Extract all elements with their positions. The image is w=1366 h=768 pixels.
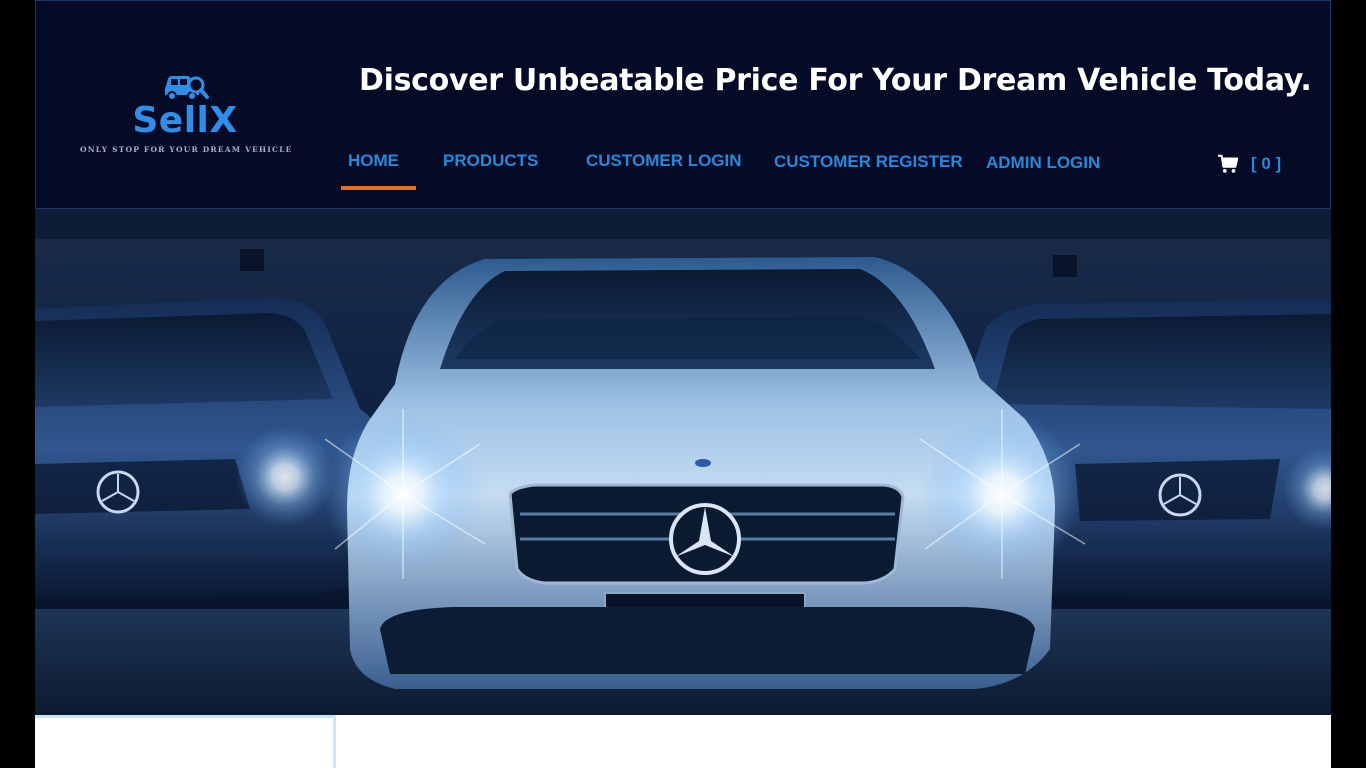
page: SellX ONLY STOP FOR YOUR DREAM VEHICLE D… <box>35 0 1331 768</box>
nav-customer-register-link[interactable]: CUSTOMER REGISTER <box>774 152 963 172</box>
cart-icon <box>1217 154 1239 173</box>
cart-count: [ 0 ] <box>1251 154 1282 173</box>
site-logo[interactable]: SellX ONLY STOP FOR YOUR DREAM VEHICLE <box>80 67 293 167</box>
site-header: SellX ONLY STOP FOR YOUR DREAM VEHICLE D… <box>35 0 1331 209</box>
nav-admin-login-link[interactable]: ADMIN LOGIN <box>986 153 1100 173</box>
active-nav-indicator <box>341 186 416 190</box>
nav-customer-login-link[interactable]: CUSTOMER LOGIN <box>586 151 742 171</box>
hero-cars-photo <box>35 209 1331 715</box>
sidebar-panel <box>35 715 336 768</box>
car-search-icon <box>165 76 209 101</box>
brand-tagline: ONLY STOP FOR YOUR DREAM VEHICLE <box>80 145 293 154</box>
brand-name: SellX <box>132 100 238 141</box>
page-headline: Discover Unbeatable Price For Your Dream… <box>359 63 1312 98</box>
hero-banner <box>35 209 1331 715</box>
nav-products-link[interactable]: PRODUCTS <box>443 151 538 171</box>
nav-home-link[interactable]: HOME <box>348 151 399 171</box>
content-panel <box>336 715 1331 768</box>
cart-button[interactable]: [ 0 ] <box>1217 152 1281 176</box>
